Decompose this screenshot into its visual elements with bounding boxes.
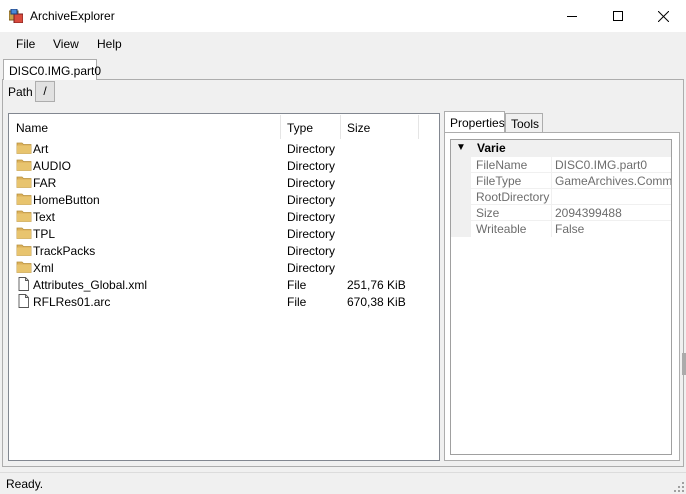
menu-file[interactable]: File	[16, 37, 35, 51]
folder-icon	[16, 244, 32, 256]
property-gutter	[451, 205, 471, 221]
property-value[interactable]: DISC0.IMG.part0	[552, 157, 671, 173]
folder-icon	[16, 176, 32, 188]
side-tab-strip: Properties Tools	[444, 111, 680, 133]
property-row[interactable]: FileTypeGameArchives.Common	[451, 172, 671, 189]
file-type: Directory	[287, 210, 336, 224]
folder-icon	[16, 142, 32, 154]
file-type: Directory	[287, 159, 336, 173]
menu-help[interactable]: Help	[97, 37, 122, 51]
file-name: FAR	[33, 176, 57, 190]
resize-grip-icon[interactable]	[674, 482, 684, 492]
file-name: Art	[33, 142, 49, 156]
tab-tools[interactable]: Tools	[505, 113, 543, 133]
property-value[interactable]: False	[552, 221, 671, 237]
list-item[interactable]: Art Directory	[10, 140, 438, 157]
folder-icon	[16, 210, 32, 222]
property-value[interactable]: 2094399488	[552, 205, 671, 221]
file-name: AUDIO	[33, 159, 72, 173]
column-header-filler	[419, 115, 439, 139]
column-header-size[interactable]: Size	[341, 115, 419, 139]
list-item[interactable]: TPL Directory	[10, 225, 438, 242]
file-name: TPL	[33, 227, 56, 241]
file-name: RFLRes01.arc	[33, 295, 111, 309]
property-name: Size	[472, 205, 552, 221]
file-name: TrackPacks	[33, 244, 96, 258]
list-item[interactable]: RFLRes01.arc File 670,38 KiB	[10, 293, 438, 310]
property-row[interactable]: Size 2094399488	[451, 204, 671, 221]
file-name: Text	[33, 210, 56, 224]
menu-bar: File View Help	[0, 32, 686, 56]
property-category[interactable]: ▼ Varie	[451, 140, 671, 156]
file-icon	[18, 277, 29, 291]
file-type: Directory	[287, 227, 336, 241]
list-item[interactable]: Xml Directory	[10, 259, 438, 276]
property-value[interactable]	[552, 189, 671, 205]
collapse-chevron-icon[interactable]: ▼	[456, 142, 466, 153]
property-row[interactable]: FileName DISC0.IMG.part0	[451, 156, 671, 173]
folder-icon	[16, 261, 32, 273]
property-value[interactable]: GameArchives.Common	[552, 173, 671, 189]
maximize-button[interactable]	[595, 0, 641, 32]
file-name: HomeButton	[33, 193, 100, 207]
list-item[interactable]: FAR Directory	[10, 174, 438, 191]
file-size: 251,76 KiB	[347, 278, 406, 292]
file-name: Attributes_Global.xml	[33, 278, 148, 292]
property-grid[interactable]: ▼ Varie FileName DISC0.IMG.part0 FileType G…	[450, 139, 672, 455]
folder-icon	[16, 193, 32, 205]
property-category-label: Varie	[477, 141, 506, 155]
file-type: Directory	[287, 193, 336, 207]
file-type: Directory	[287, 142, 336, 156]
tab-disc0-img[interactable]: DISC0.IMG.part0	[3, 59, 101, 80]
list-item[interactable]: TrackPacks Directory	[10, 242, 438, 259]
list-item[interactable]: Text Directory	[10, 208, 438, 225]
maximize-icon	[613, 11, 623, 21]
file-type: File	[287, 295, 307, 309]
property-row[interactable]: Writeable False	[451, 220, 671, 237]
property-gutter	[451, 173, 471, 189]
property-name: FileType	[472, 173, 552, 189]
column-header-name[interactable]: Name	[10, 115, 281, 139]
file-list[interactable]: Name Type Size Art Directory AUDIO Director…	[8, 113, 440, 461]
property-name: FileName	[472, 157, 552, 173]
folder-icon	[16, 227, 32, 239]
menu-view[interactable]: View	[53, 37, 79, 51]
title-bar: ArchiveExplorer	[0, 0, 686, 32]
window-title: ArchiveExplorer	[30, 9, 115, 23]
status-text: Ready.	[6, 477, 44, 491]
close-button[interactable]	[640, 0, 686, 32]
file-type: Directory	[287, 244, 336, 258]
tab-properties[interactable]: Properties	[444, 111, 505, 132]
file-type: File	[287, 278, 307, 292]
file-icon	[18, 294, 29, 308]
property-gutter	[451, 189, 471, 205]
folder-icon	[16, 159, 32, 171]
path-root-button[interactable]: /	[35, 81, 55, 102]
property-gutter	[451, 221, 471, 237]
property-name: RootDirectory	[472, 189, 552, 205]
property-row[interactable]: RootDirectory	[451, 188, 671, 205]
file-size: 670,38 KiB	[347, 295, 406, 309]
properties-panel: ▼ Varie FileName DISC0.IMG.part0 FileType G…	[444, 132, 680, 461]
app-icon	[9, 9, 23, 23]
document-tab-strip: DISC0.IMG.part0	[0, 56, 686, 80]
splitter-handle[interactable]	[682, 353, 686, 375]
list-item[interactable]: Attributes_Global.xml File 251,76 KiB	[10, 276, 438, 293]
minimize-button[interactable]	[549, 0, 595, 32]
property-gutter	[451, 157, 471, 173]
property-name: Writeable	[472, 221, 552, 237]
file-type: Directory	[287, 261, 336, 275]
close-icon	[657, 10, 669, 22]
minimize-icon	[567, 16, 577, 17]
status-bar: Ready.	[0, 472, 686, 494]
file-type: Directory	[287, 176, 336, 190]
column-header-type[interactable]: Type	[281, 115, 341, 139]
list-item[interactable]: HomeButton Directory	[10, 191, 438, 208]
list-item[interactable]: AUDIO Directory	[10, 157, 438, 174]
file-name: Xml	[33, 261, 54, 275]
path-label: Path	[8, 85, 33, 99]
